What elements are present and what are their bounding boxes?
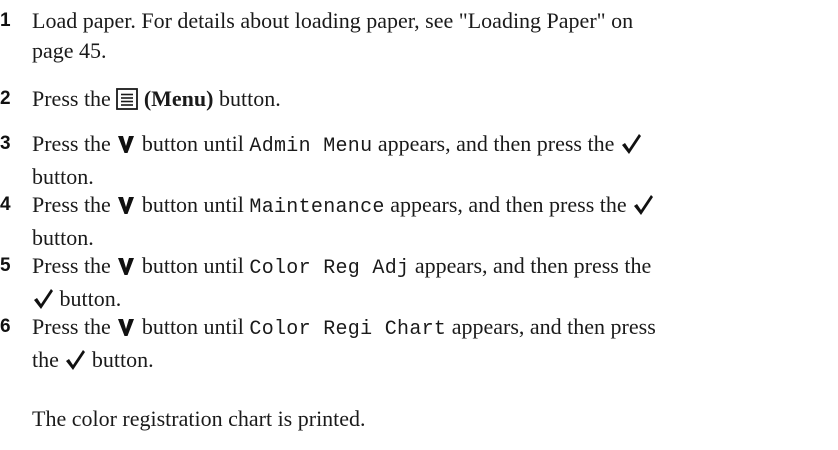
step-6-mid: button until xyxy=(141,314,244,339)
step-6-pre: Press the xyxy=(32,314,111,339)
step-2-pre: Press the xyxy=(32,86,111,111)
checkmark-icon xyxy=(64,349,86,371)
step-number: 2 xyxy=(0,88,11,109)
step-text: Press the button until Admin Menu appear… xyxy=(32,129,822,192)
checkmark-icon xyxy=(32,288,54,310)
step-number: 1 xyxy=(0,10,11,31)
step-number: 6 xyxy=(0,316,11,337)
step-text: Load paper. For details about loading pa… xyxy=(32,6,822,66)
step-3-pre: Press the xyxy=(32,131,111,156)
menu-item-color-regi-chart: Color Regi Chart xyxy=(249,318,447,341)
step-5-post: appears, and then press the xyxy=(414,253,652,278)
step-1-line-2: page 45. xyxy=(32,38,107,63)
menu-icon xyxy=(116,88,139,110)
step-number: 4 xyxy=(0,194,11,215)
step-text: Press the button until Maintenance appea… xyxy=(32,190,822,253)
step-number: 3 xyxy=(0,133,11,154)
result-note: The color registration chart is printed. xyxy=(32,406,366,431)
step-number: 5 xyxy=(0,255,11,276)
step-5-pre: Press the xyxy=(32,253,111,278)
step-2-post: button. xyxy=(218,86,281,111)
step-5-end: button. xyxy=(59,286,122,311)
step-6-post: appears, and then press xyxy=(451,314,656,339)
step-4-mid: button until xyxy=(141,192,244,217)
down-arrow-icon xyxy=(116,195,136,215)
checkmark-icon xyxy=(632,194,654,216)
step-5-mid: button until xyxy=(141,253,244,278)
step-3-post: appears, and then press the xyxy=(377,131,615,156)
menu-item-maintenance: Maintenance xyxy=(249,196,385,219)
menu-item-admin-menu: Admin Menu xyxy=(249,135,373,158)
menu-label: (Menu) xyxy=(143,86,214,111)
step-4-end: button. xyxy=(32,225,94,250)
menu-item-color-reg-adj: Color Reg Adj xyxy=(249,257,410,280)
down-arrow-icon xyxy=(116,317,136,337)
down-arrow-icon xyxy=(116,134,136,154)
step-text: Press the button until Color Reg Adj app… xyxy=(32,251,822,314)
step-6-end-pre: the xyxy=(32,347,59,372)
step-text: Press the (Menu) button. xyxy=(32,84,822,114)
step-4-post: appears, and then press the xyxy=(390,192,627,217)
step-3-mid: button until xyxy=(141,131,244,156)
step-6-end: button. xyxy=(91,347,154,372)
down-arrow-icon xyxy=(116,256,136,276)
step-3-end: button. xyxy=(32,164,94,189)
step-text: Press the button until Color Regi Chart … xyxy=(32,312,822,375)
step-4-pre: Press the xyxy=(32,192,111,217)
checkmark-icon xyxy=(620,133,642,155)
step-1-line-1: Load paper. For details about loading pa… xyxy=(32,8,634,33)
